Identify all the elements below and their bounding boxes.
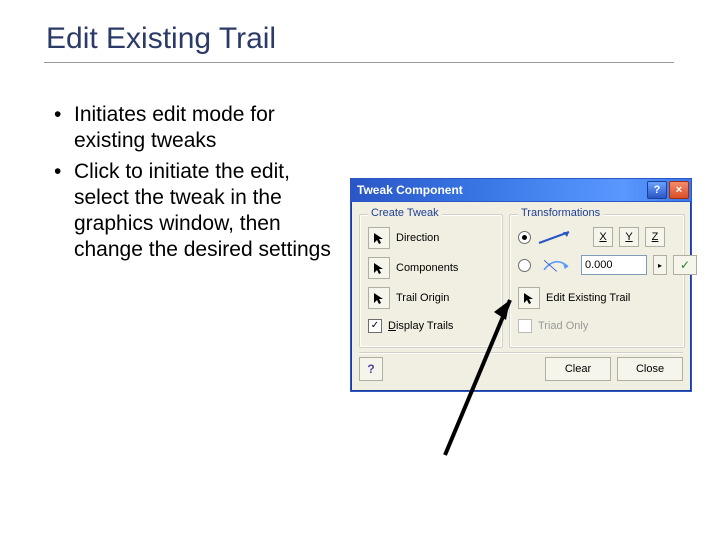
transform-apply-button[interactable]: ✓ (673, 255, 697, 275)
display-trails-label: Display Trails (388, 320, 453, 332)
edit-existing-trail-button[interactable] (518, 287, 540, 309)
linear-arrow-icon (537, 229, 575, 245)
create-tweak-legend: Create Tweak (368, 207, 442, 219)
transformations-legend: Transformations (518, 207, 603, 219)
dialog-titlebar[interactable]: Tweak Component ? × (351, 179, 691, 202)
dialog-bottom-bar: ? Clear Close (351, 354, 691, 384)
display-trails-checkbox[interactable]: ✓ (368, 319, 382, 333)
display-trails-text: Display Trails (388, 320, 453, 332)
transformations-group: Transformations X Y Z (509, 214, 685, 348)
bullet-1: Initiates edit mode for existing tweaks (52, 102, 342, 155)
slide-title: Edit Existing Trail (46, 22, 276, 56)
dialog-body: Create Tweak Direction Components (351, 202, 691, 392)
cursor-icon (372, 291, 386, 305)
clear-button[interactable]: Clear (545, 357, 611, 381)
trail-origin-icon-button[interactable] (368, 287, 390, 309)
cursor-icon (372, 261, 386, 275)
edit-existing-trail-row: Edit Existing Trail (518, 287, 630, 309)
dialog-separator (359, 352, 683, 353)
display-trails-checkbox-row[interactable]: ✓ Display Trails (368, 319, 453, 333)
titlebar-help-button[interactable]: ? (647, 181, 667, 199)
triad-only-label: Triad Only (538, 320, 588, 332)
trail-origin-label: Trail Origin (396, 292, 449, 304)
slide: Edit Existing Trail Initiates edit mode … (0, 0, 720, 540)
close-button[interactable]: Close (617, 357, 683, 381)
edit-existing-trail-label: Edit Existing Trail (546, 292, 630, 304)
trail-origin-row: Trail Origin (368, 287, 449, 309)
linear-transform-row: X Y Z (518, 227, 665, 247)
triad-only-row: Triad Only (518, 319, 588, 333)
components-icon-button[interactable] (368, 257, 390, 279)
bullet-list: Initiates edit mode for existing tweaks … (52, 102, 342, 268)
titlebar-close-button[interactable]: × (669, 181, 689, 199)
dialog-title: Tweak Component (357, 183, 645, 197)
transform-value-field[interactable]: 0.000 (581, 255, 647, 275)
cursor-icon (522, 291, 536, 305)
axis-z-button[interactable]: Z (645, 227, 665, 247)
direction-icon-button[interactable] (368, 227, 390, 249)
create-tweak-group: Create Tweak Direction Components (359, 214, 503, 348)
help-button[interactable]: ? (359, 357, 383, 381)
rotate-arrow-icon (537, 257, 575, 273)
bullet-2: Click to initiate the edit, select the t… (52, 159, 342, 264)
axis-x-button[interactable]: X (593, 227, 613, 247)
cursor-arrow-icon (372, 231, 386, 245)
triad-only-checkbox (518, 319, 532, 333)
linear-radio[interactable] (518, 231, 531, 244)
axis-y-button[interactable]: Y (619, 227, 639, 247)
direction-label: Direction (396, 232, 439, 244)
direction-row: Direction (368, 227, 439, 249)
tweak-dialog: Tweak Component ? × Create Tweak Directi… (350, 178, 692, 392)
components-row: Components (368, 257, 458, 279)
rotate-transform-row: 0.000 ▸ ✓ (518, 255, 697, 275)
title-underline (44, 62, 674, 63)
rotate-radio[interactable] (518, 259, 531, 272)
transform-value-spin[interactable]: ▸ (653, 255, 667, 275)
components-label: Components (396, 262, 458, 274)
